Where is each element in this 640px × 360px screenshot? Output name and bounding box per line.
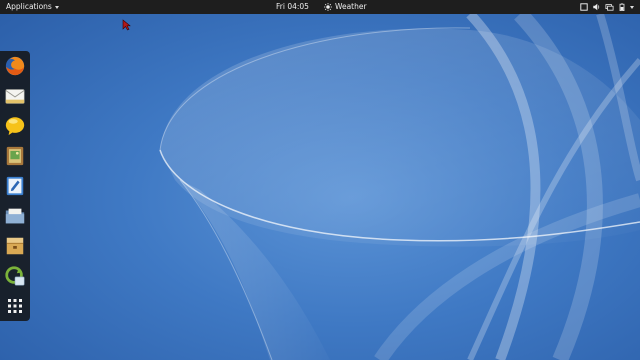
applications-menu[interactable]: Applications	[6, 0, 59, 14]
system-tray[interactable]	[580, 0, 634, 14]
mail-icon	[5, 89, 25, 104]
dock-item-text-editor[interactable]	[3, 174, 27, 198]
dock-item-archive[interactable]	[3, 234, 27, 258]
clock[interactable]: Fri 04:05	[276, 0, 309, 14]
applications-label: Applications	[6, 2, 52, 11]
sun-icon	[324, 3, 332, 11]
text-editor-icon	[6, 176, 24, 196]
mouse-cursor-icon	[122, 19, 131, 31]
system-menu-chevron-icon[interactable]	[630, 5, 634, 9]
weather-indicator[interactable]: Weather	[324, 0, 367, 14]
dock-item-files[interactable]	[3, 204, 27, 228]
dock-item-show-applications[interactable]	[3, 294, 27, 318]
photos-icon	[6, 146, 24, 166]
files-icon	[5, 208, 25, 224]
dash-dock	[0, 51, 30, 321]
network-icon[interactable]	[605, 3, 614, 11]
firefox-icon	[5, 56, 25, 76]
archive-icon	[6, 237, 24, 255]
top-bar: Applications Fri 04:05 Weather	[0, 0, 640, 14]
display-icon[interactable]	[580, 3, 588, 11]
dock-item-chat[interactable]	[3, 114, 27, 138]
dock-item-mail[interactable]	[3, 84, 27, 108]
software-update-icon	[5, 266, 25, 286]
dock-item-photos[interactable]	[3, 144, 27, 168]
chevron-down-icon	[54, 6, 59, 9]
volume-icon[interactable]	[592, 3, 601, 11]
weather-label: Weather	[335, 2, 367, 11]
battery-icon[interactable]	[618, 3, 626, 11]
app-grid-icon	[8, 299, 22, 313]
desktop-wallpaper	[159, 8, 640, 360]
dock-item-software-update[interactable]	[3, 264, 27, 288]
chat-icon	[5, 117, 25, 136]
dock-item-firefox[interactable]	[3, 54, 27, 78]
